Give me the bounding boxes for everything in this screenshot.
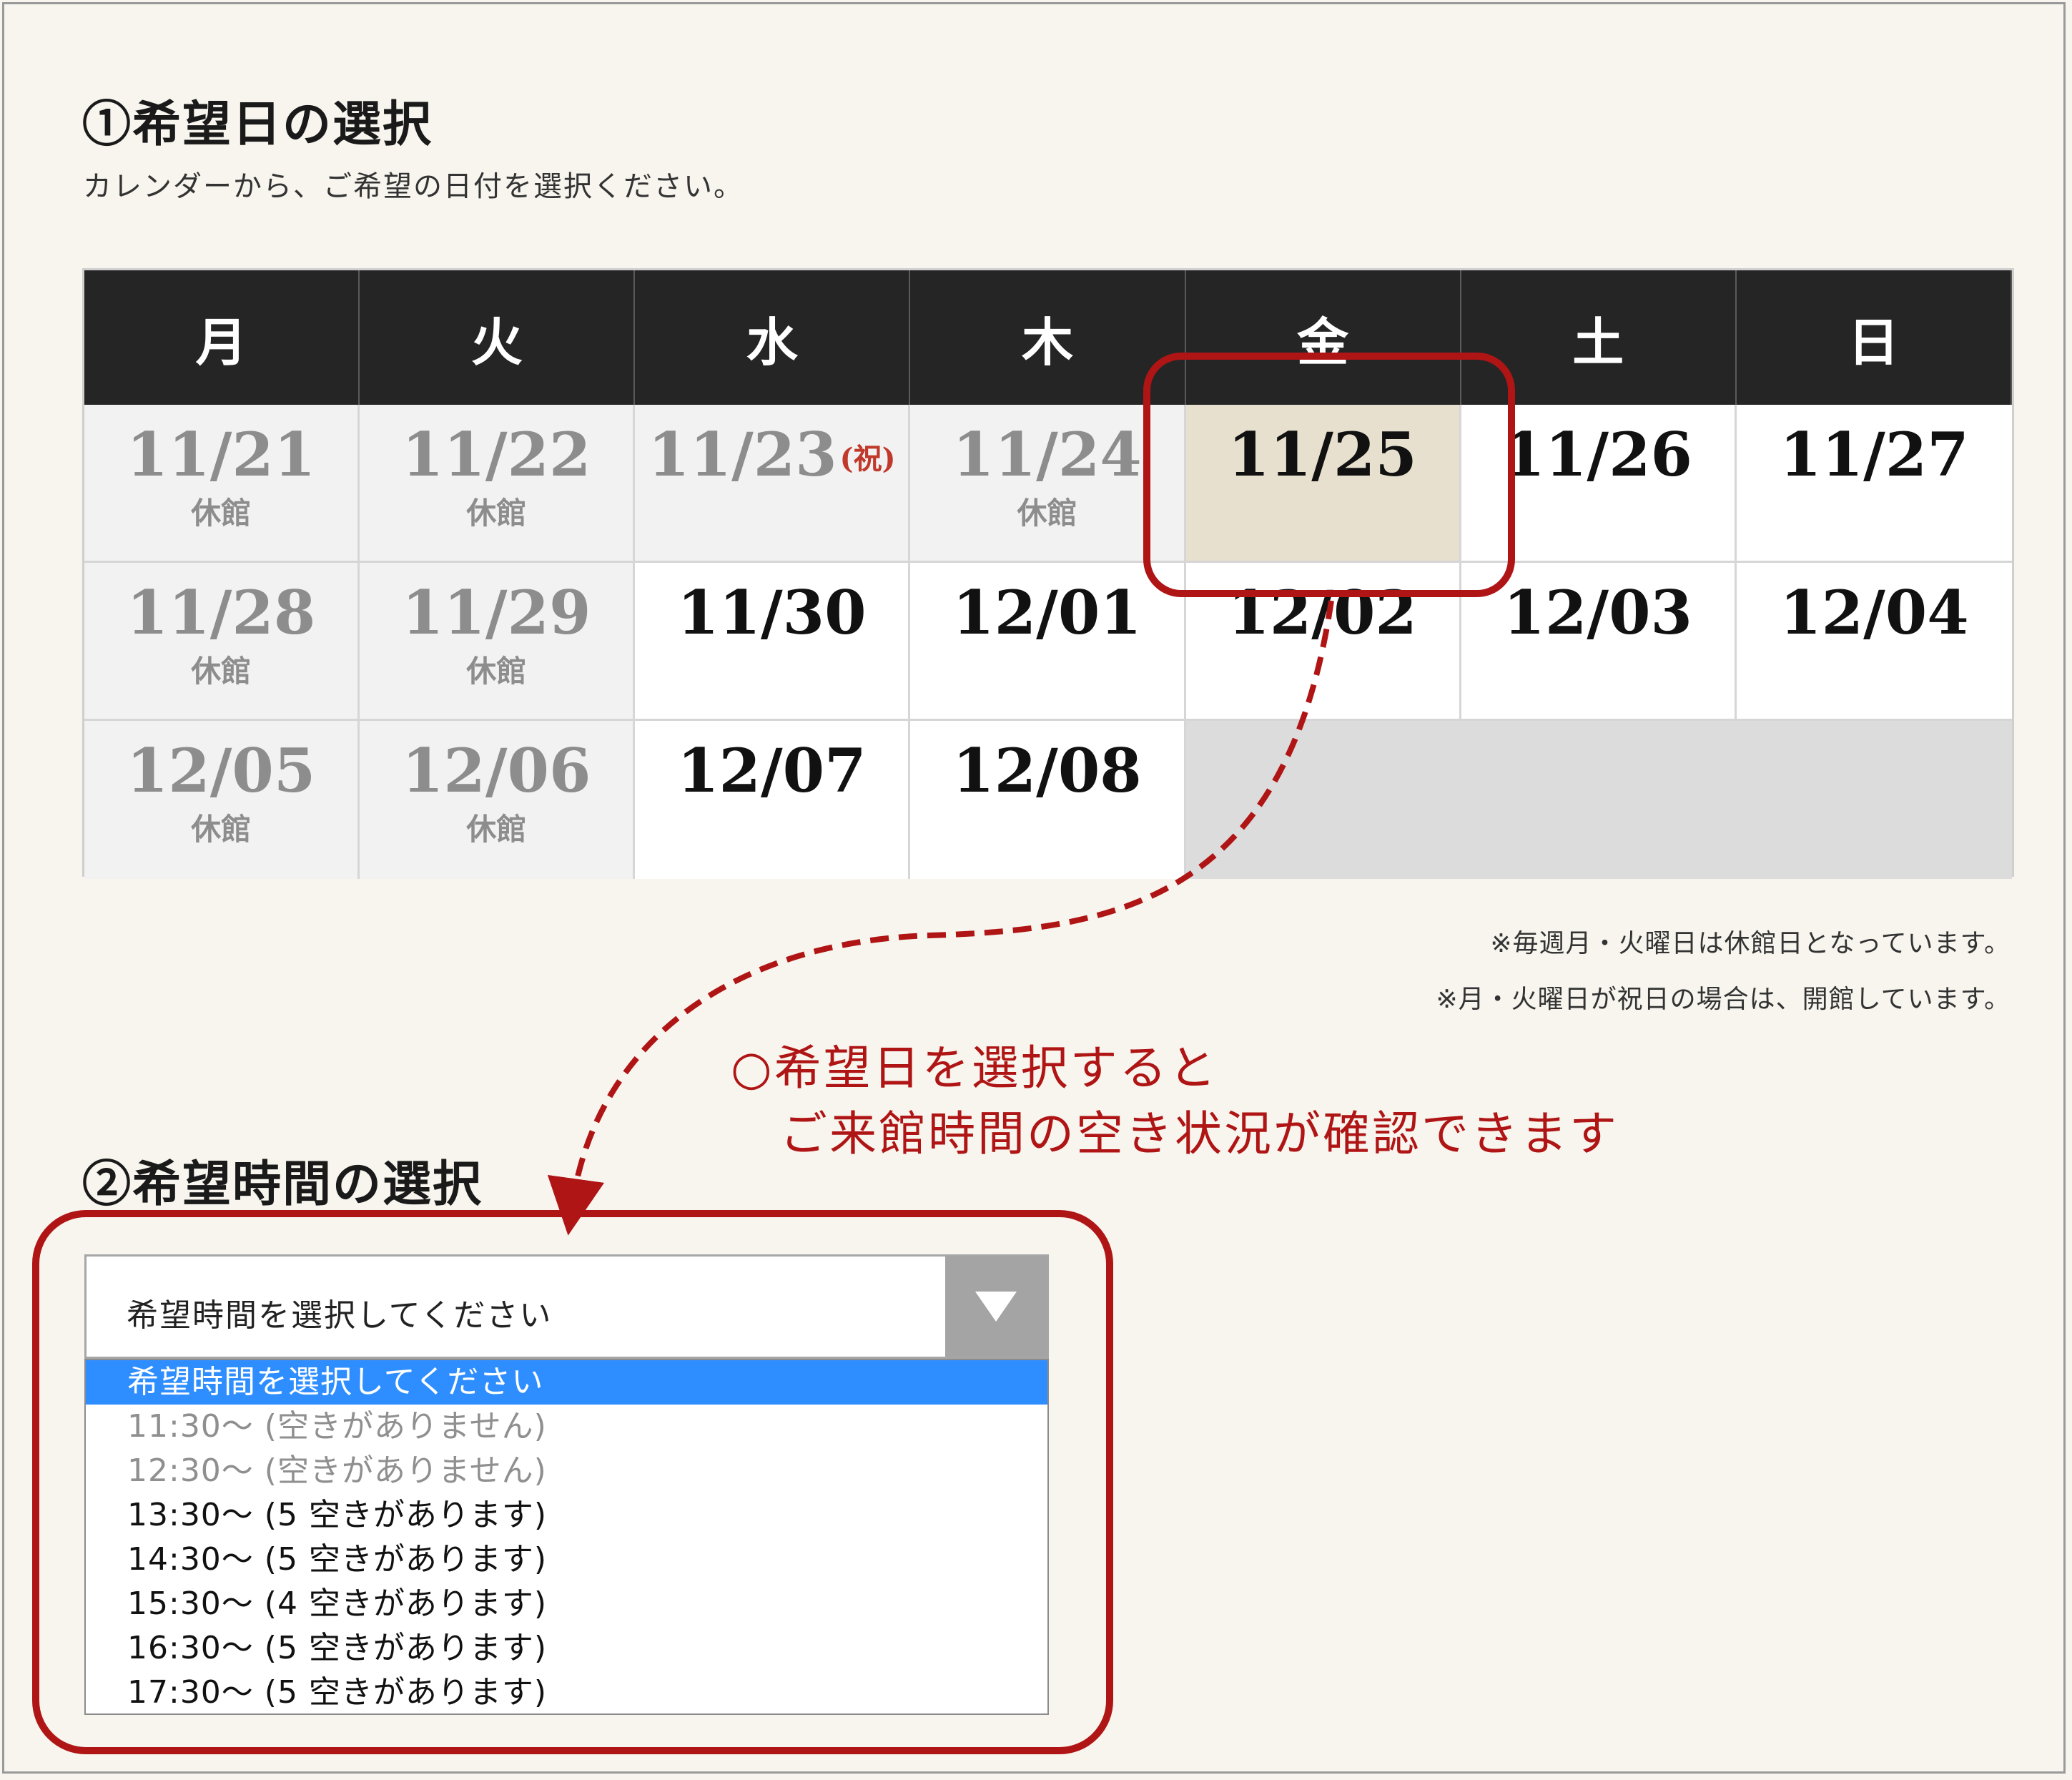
- weekday-sun: 日: [1736, 270, 2012, 405]
- calendar-grid: 月 火 水 木 金 土 日 11/21 休館 11/22 休館 11/23 (祝)…: [82, 268, 2014, 879]
- day-date: 12/05: [126, 735, 316, 806]
- day-date: 11/28: [126, 577, 316, 648]
- time-option[interactable]: 13:30～ (5 空きがあります): [86, 1493, 1047, 1538]
- calendar-day-cell: 11/22 休館: [360, 405, 636, 563]
- holiday-mark: (祝): [839, 442, 896, 476]
- calendar-day-cell[interactable]: 12/07: [635, 721, 911, 879]
- time-option[interactable]: 17:30～ (5 空きがあります): [86, 1671, 1047, 1715]
- triangle-down-icon: [975, 1292, 1017, 1322]
- day-date: 11/27: [1780, 419, 1969, 490]
- time-option[interactable]: 15:30～ (4 空きがあります): [86, 1582, 1047, 1626]
- day-date: 11/29: [401, 577, 591, 648]
- day-date: 12/06: [401, 735, 591, 806]
- section-title-time: ②希望時間の選択: [82, 1156, 483, 1213]
- calendar-day-cell[interactable]: 12/04: [1736, 563, 2012, 721]
- footnote-closed-days: ※毎週月・火曜日は休館日となっています。: [1490, 929, 2011, 958]
- calendar-day-cell: 11/21 休館: [84, 405, 360, 563]
- day-date: 11/25: [1228, 419, 1417, 490]
- calendar-day-cell: 11/28 休館: [84, 563, 360, 721]
- section-description-date: カレンダーから、ご希望の日付を選択ください。: [83, 170, 744, 203]
- weekday-mon: 月: [84, 270, 360, 405]
- weekday-thu: 木: [910, 270, 1186, 405]
- time-dropdown-list: 希望時間を選択してください 11:30～ (空きがありません) 12:30～ (…: [84, 1359, 1049, 1715]
- calendar-day-cell-selected[interactable]: 11/25: [1185, 405, 1461, 563]
- time-option[interactable]: 16:30～ (5 空きがあります): [86, 1626, 1047, 1671]
- day-date: 12/03: [1503, 577, 1692, 648]
- day-date: 11/21: [126, 419, 316, 490]
- closed-label: 休館: [191, 812, 252, 847]
- closed-label: 休館: [466, 654, 527, 689]
- day-date: 11/30: [677, 577, 867, 648]
- day-date: 12/04: [1780, 577, 1969, 648]
- calendar-day-cell[interactable]: 11/26: [1461, 405, 1737, 563]
- day-date: 12/01: [952, 577, 1142, 648]
- weekday-fri: 金: [1185, 270, 1461, 405]
- section-title-date: ①希望日の選択: [82, 96, 433, 153]
- day-date: 12/02: [1228, 577, 1417, 648]
- closed-label: 休館: [466, 812, 527, 847]
- day-date-text: 11/23: [648, 419, 837, 490]
- annotation-line-1: ○希望日を選択すると: [731, 1041, 1218, 1096]
- dropdown-toggle-button[interactable]: [945, 1257, 1047, 1357]
- day-date: 11/26: [1503, 419, 1692, 490]
- closed-label: 休館: [466, 496, 527, 531]
- day-date: 11/24: [952, 419, 1142, 490]
- closed-label: 休館: [1017, 496, 1077, 531]
- time-option[interactable]: 希望時間を選択してください: [86, 1360, 1047, 1405]
- calendar-day-cell[interactable]: 11/30: [635, 563, 911, 721]
- day-date: 11/23 (祝): [648, 423, 895, 486]
- calendar-day-cell[interactable]: 12/02: [1185, 563, 1461, 721]
- time-option[interactable]: 12:30～ (空きがありません): [86, 1449, 1047, 1493]
- calendar-day-cell: 11/29 休館: [360, 563, 636, 721]
- closed-label: 休館: [191, 496, 252, 531]
- calendar-day-cell: 12/05 休館: [84, 721, 360, 879]
- closed-label: 休館: [191, 654, 252, 689]
- annotation-line-2: ご来館時間の空き状況が確認できます: [731, 1106, 1619, 1161]
- calendar-day-cell[interactable]: 12/08: [910, 721, 1186, 879]
- calendar-day-cell: 11/24 休館: [910, 405, 1186, 563]
- calendar-empty-area: [1185, 721, 2012, 879]
- day-date: 12/08: [952, 735, 1142, 806]
- day-date: 12/07: [677, 735, 867, 806]
- time-select-value: 希望時間を選択してください: [127, 1297, 553, 1334]
- day-date: 11/22: [401, 419, 591, 490]
- calendar-day-cell[interactable]: 12/01: [910, 563, 1186, 721]
- time-option[interactable]: 11:30～ (空きがありません): [86, 1405, 1047, 1449]
- time-select[interactable]: 希望時間を選択してください: [84, 1254, 1049, 1359]
- annotation-callout: ○希望日を選択すると ご来館時間の空き状況が確認できます: [731, 1036, 1619, 1167]
- calendar-day-cell[interactable]: 11/27: [1736, 405, 2012, 563]
- weekday-tue: 火: [360, 270, 636, 405]
- weekday-wed: 水: [635, 270, 911, 405]
- calendar-day-cell[interactable]: 12/03: [1461, 563, 1737, 721]
- weekday-sat: 土: [1461, 270, 1737, 405]
- time-option[interactable]: 14:30～ (5 空きがあります): [86, 1538, 1047, 1582]
- footnote-holiday-open: ※月・火曜日が祝日の場合は、開館しています。: [1436, 985, 2011, 1014]
- calendar-day-cell: 12/06 休館: [360, 721, 636, 879]
- calendar-day-cell: 11/23 (祝): [635, 405, 911, 563]
